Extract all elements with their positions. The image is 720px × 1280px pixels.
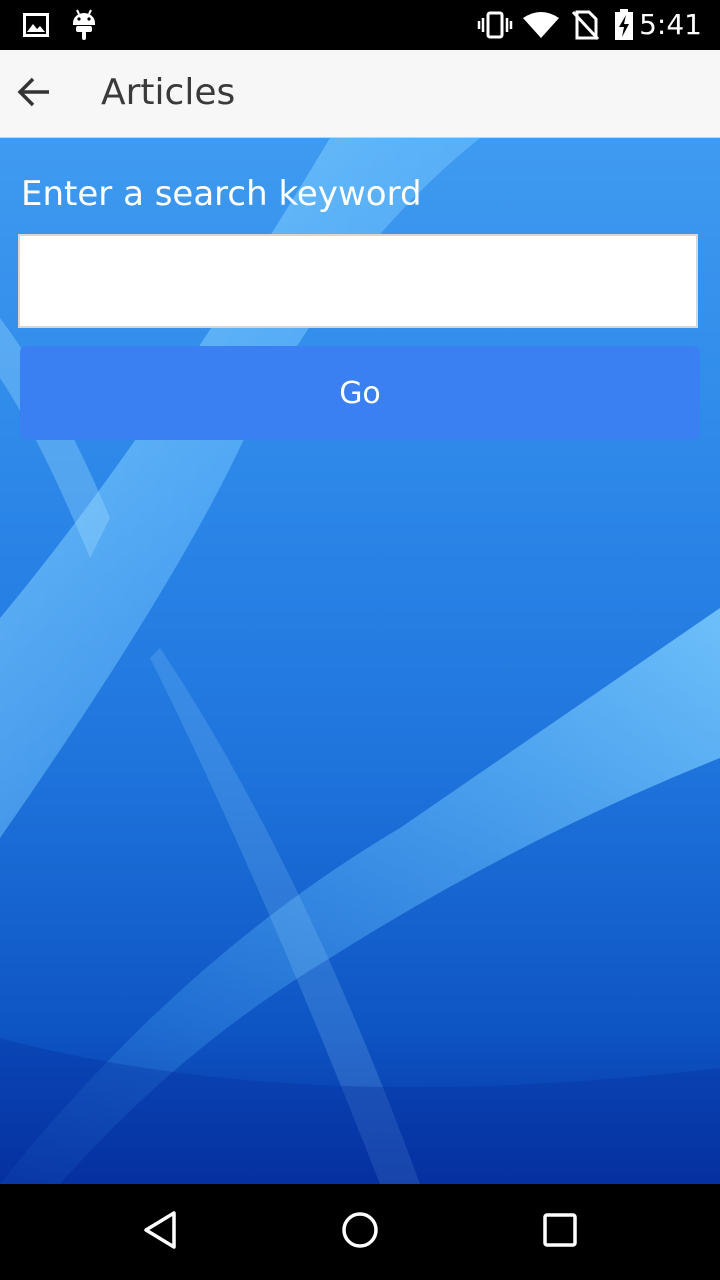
android-icon (70, 0, 98, 50)
recents-square-icon (542, 1212, 578, 1253)
home-circle-icon (340, 1210, 380, 1255)
battery-charging-icon (612, 0, 636, 50)
navigation-bar (0, 1184, 720, 1280)
nav-back-button[interactable] (120, 1202, 200, 1262)
arrow-back-icon (16, 76, 52, 113)
status-bar: 5:41 (0, 0, 720, 50)
nav-home-button[interactable] (320, 1202, 400, 1262)
search-input[interactable] (18, 234, 698, 328)
app-bar: Articles (0, 50, 720, 138)
nav-recents-button[interactable] (520, 1202, 600, 1262)
search-prompt: Enter a search keyword (21, 174, 422, 214)
no-sim-icon (570, 0, 600, 50)
page-title: Articles (101, 72, 236, 113)
back-button[interactable] (6, 64, 62, 124)
image-icon (22, 0, 50, 50)
wifi-icon (522, 0, 560, 50)
status-time: 5:41 (639, 8, 702, 41)
back-triangle-icon (142, 1210, 178, 1255)
search-screen: Enter a search keyword Go (0, 138, 720, 1184)
vibrate-icon (477, 0, 513, 50)
go-button[interactable]: Go (20, 346, 700, 440)
